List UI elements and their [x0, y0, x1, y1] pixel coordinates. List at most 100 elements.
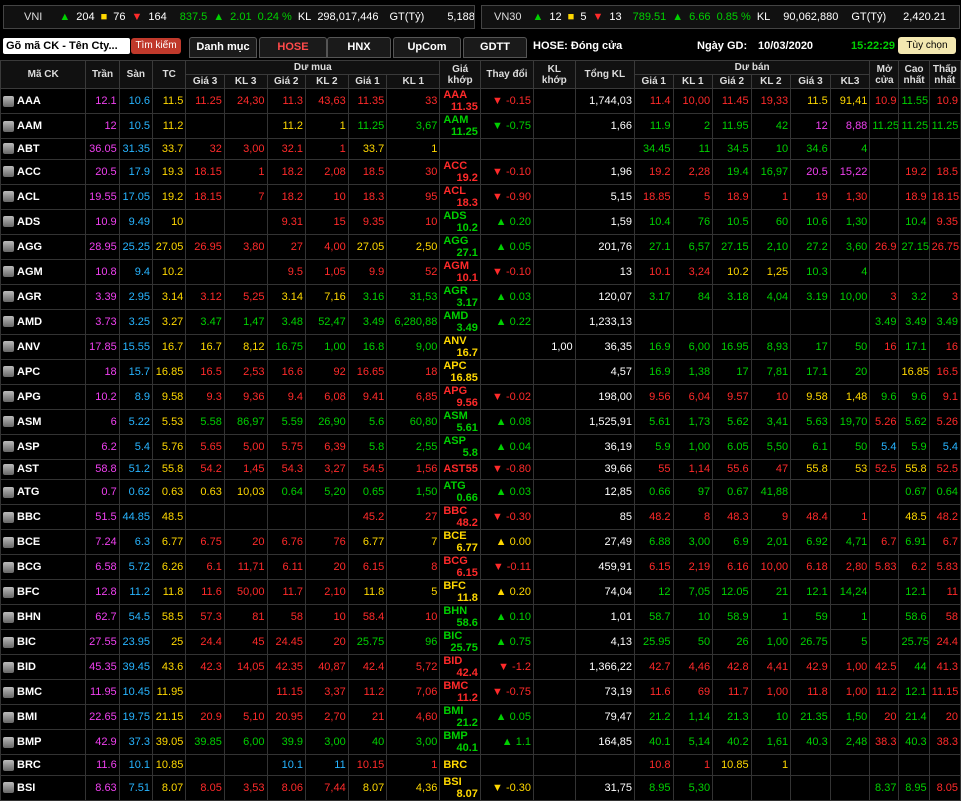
cell-code[interactable]: ATG: [0, 479, 87, 506]
table-row[interactable]: BBC 51.5 44.85 48.5 45.2 27 BBC 48.2 ▼ -0.30 85 48…: [0, 504, 961, 531]
col-sell-price-1[interactable]: Giá 1: [634, 74, 674, 89]
search-input[interactable]: Gõ mã CK - Tên Cty...: [3, 38, 130, 54]
cell-code[interactable]: BMC: [0, 679, 87, 706]
col-match-price[interactable]: Giá khớp: [439, 60, 481, 89]
col-change[interactable]: Thay đổi: [479, 60, 535, 89]
cell-code[interactable]: ACL: [0, 183, 87, 210]
index-vn30[interactable]: VN30 ▲ 12 ■ 5 ▼ 13 789.51 ▲ 6.66 0.85 % …: [481, 5, 960, 29]
watchlist-checkbox-icon[interactable]: [3, 191, 14, 203]
cell-code[interactable]: BIC: [0, 629, 87, 656]
watchlist-checkbox-icon[interactable]: [3, 536, 14, 548]
col-buy-vol-1[interactable]: KL 1: [386, 74, 441, 89]
cell-code[interactable]: BCG: [0, 554, 87, 581]
watchlist-checkbox-icon[interactable]: [3, 586, 14, 598]
tab-danh-muc[interactable]: Danh mục: [189, 37, 257, 58]
tab-upcom[interactable]: UpCom: [393, 37, 461, 58]
table-row[interactable]: AAA 12.1 10.6 11.5 11.25 24,30 11.3 43,63 11.35 3…: [0, 88, 961, 114]
cell-code[interactable]: BBC: [0, 504, 87, 531]
table-row[interactable]: ADS 10.9 9.49 10 9.31 15 9.35 10 ADS 10.2 ▲ 0.20 1,…: [0, 208, 961, 235]
watchlist-checkbox-icon[interactable]: [3, 291, 14, 303]
watchlist-checkbox-icon[interactable]: [3, 143, 14, 155]
cell-code[interactable]: ADS: [0, 208, 87, 235]
col-sell-price-3[interactable]: Giá 3: [790, 74, 831, 89]
cell-code[interactable]: BRC: [0, 754, 87, 776]
watchlist-checkbox-icon[interactable]: [3, 759, 14, 771]
table-row[interactable]: ACL 19.55 17.05 19.2 18.15 7 18.2 10 18.3 95 ACL 18…: [0, 183, 961, 210]
table-row[interactable]: APG 10.2 8.9 9.58 9.3 9,36 9.4 6,08 9.41 6,85 APG 9…: [0, 383, 961, 410]
table-row[interactable]: BHN 62.7 54.5 58.5 57.3 81 58 10 58.4 10 BHN 58.6 ▲ …: [0, 604, 961, 631]
table-row[interactable]: AAM 12 10.5 11.2 11.2 1 11.25 3,67 AAM 11.25 ▼ -0.…: [0, 113, 961, 139]
table-row[interactable]: AMD 3.73 3.25 3.27 3.47 1,47 3.48 52,47 3.49 6,28…: [0, 308, 961, 335]
watchlist-checkbox-icon[interactable]: [3, 120, 14, 132]
table-row[interactable]: AGR 3.39 2.95 3.14 3.12 5,25 3.14 7,16 3.16 31,53…: [0, 283, 961, 310]
cell-code[interactable]: BHN: [0, 604, 87, 631]
watchlist-checkbox-icon[interactable]: [3, 416, 14, 428]
tab-hose[interactable]: HOSE: [259, 37, 327, 58]
watchlist-checkbox-icon[interactable]: [3, 782, 14, 794]
cell-code[interactable]: AGM: [0, 258, 87, 285]
col-buy-price-1[interactable]: Giá 1: [347, 74, 388, 89]
watchlist-checkbox-icon[interactable]: [3, 366, 14, 378]
cell-code[interactable]: AAA: [0, 88, 87, 114]
table-row[interactable]: APC 18 15.7 16.85 16.5 2,53 16.6 92 16.65 18 APC 16…: [0, 358, 961, 385]
cell-code[interactable]: ASP: [0, 433, 87, 460]
cell-code[interactable]: AGG: [0, 233, 87, 260]
col-open[interactable]: Mở cửa: [869, 60, 900, 89]
col-low[interactable]: Thấp nhất: [928, 60, 961, 89]
cell-code[interactable]: AST: [0, 458, 87, 481]
watchlist-checkbox-icon[interactable]: [3, 216, 14, 228]
col-floor[interactable]: Sàn: [118, 60, 154, 89]
watchlist-checkbox-icon[interactable]: [3, 241, 14, 253]
col-total-vol[interactable]: Tổng KL: [574, 60, 636, 89]
watchlist-checkbox-icon[interactable]: [3, 463, 14, 475]
options-button[interactable]: Tùy chọn: [898, 37, 956, 54]
table-row[interactable]: BCG 6.58 5.72 6.26 6.1 11,71 6.11 20 6.15 8 BCG 6.1…: [0, 554, 961, 581]
table-row[interactable]: ASM 6 5.22 5.53 5.58 86,97 5.59 26,90 5.6 60,80 AS…: [0, 408, 961, 435]
col-code[interactable]: Mã CK: [0, 60, 87, 89]
watchlist-checkbox-icon[interactable]: [3, 736, 14, 748]
cell-code[interactable]: BID: [0, 654, 87, 681]
table-row[interactable]: AST 58.8 51.2 55.8 54.2 1,45 54.3 3,27 54.5 1,56 A…: [0, 458, 961, 481]
cell-code[interactable]: BFC: [0, 579, 87, 606]
watchlist-checkbox-icon[interactable]: [3, 266, 14, 278]
table-row[interactable]: ABT 36.05 31.35 33.7 32 3,00 32.1 1 33.7 1 34.45 11…: [0, 138, 961, 160]
col-sell-vol-1[interactable]: KL 1: [672, 74, 714, 89]
table-row[interactable]: BFC 12.8 11.2 11.8 11.6 50,00 11.7 2,10 11.8 5 BFC…: [0, 579, 961, 606]
cell-code[interactable]: BMP: [0, 729, 87, 756]
watchlist-checkbox-icon[interactable]: [3, 611, 14, 623]
watchlist-checkbox-icon[interactable]: [3, 341, 14, 353]
watchlist-checkbox-icon[interactable]: [3, 486, 14, 498]
cell-code[interactable]: BCE: [0, 529, 87, 556]
cell-code[interactable]: APG: [0, 383, 87, 410]
table-row[interactable]: BSI 8.63 7.51 8.07 8.05 3,53 8.06 7,44 8.07 4,36 B…: [0, 774, 961, 801]
watchlist-checkbox-icon[interactable]: [3, 511, 14, 523]
col-high[interactable]: Cao nhất: [898, 60, 930, 89]
cell-code[interactable]: APC: [0, 358, 87, 385]
table-row[interactable]: BMI 22.65 19.75 21.15 20.9 5,10 20.95 2,70 21 4,6…: [0, 704, 961, 731]
table-row[interactable]: ATG 0.7 0.62 0.63 0.63 10,03 0.64 5,20 0.65 1,50 A…: [0, 479, 961, 506]
col-sell-price-2[interactable]: Giá 2: [712, 74, 752, 89]
col-buy-price-2[interactable]: Giá 2: [266, 74, 307, 89]
cell-code[interactable]: AAM: [0, 113, 87, 139]
cell-code[interactable]: BSI: [0, 774, 87, 801]
index-vni[interactable]: VNI ▲ 204 ■ 76 ▼ 164 837.5 ▲ 2.01 0.24 %…: [3, 5, 475, 29]
watchlist-checkbox-icon[interactable]: [3, 441, 14, 453]
tab-gdtt[interactable]: GDTT: [463, 37, 527, 58]
col-buy-vol-3[interactable]: KL 3: [223, 74, 268, 89]
watchlist-checkbox-icon[interactable]: [3, 95, 14, 107]
watchlist-checkbox-icon[interactable]: [3, 391, 14, 403]
table-row[interactable]: ANV 17.85 15.55 16.7 16.7 8,12 16.75 1,00 16.8 9,…: [0, 333, 961, 360]
cell-code[interactable]: ASM: [0, 408, 87, 435]
watchlist-checkbox-icon[interactable]: [3, 636, 14, 648]
cell-code[interactable]: ABT: [0, 138, 87, 160]
col-ref[interactable]: TC: [151, 60, 187, 89]
table-row[interactable]: ASP 6.2 5.4 5.76 5.65 5,00 5.75 6,39 5.8 2,55 ASP 5…: [0, 433, 961, 460]
search-button[interactable]: Tìm kiếm: [131, 38, 181, 54]
table-row[interactable]: AGG 28.95 25.25 27.05 26.95 3,80 27 4,00 27.05 2,…: [0, 233, 961, 260]
col-buy-vol-2[interactable]: KL 2: [305, 74, 349, 89]
watchlist-checkbox-icon[interactable]: [3, 166, 14, 178]
watchlist-checkbox-icon[interactable]: [3, 661, 14, 673]
watchlist-checkbox-icon[interactable]: [3, 561, 14, 573]
col-sell-vol-2[interactable]: KL 2: [750, 74, 792, 89]
table-row[interactable]: BID 45.35 39.45 43.6 42.3 14,05 42.35 40,87 42.4…: [0, 654, 961, 681]
